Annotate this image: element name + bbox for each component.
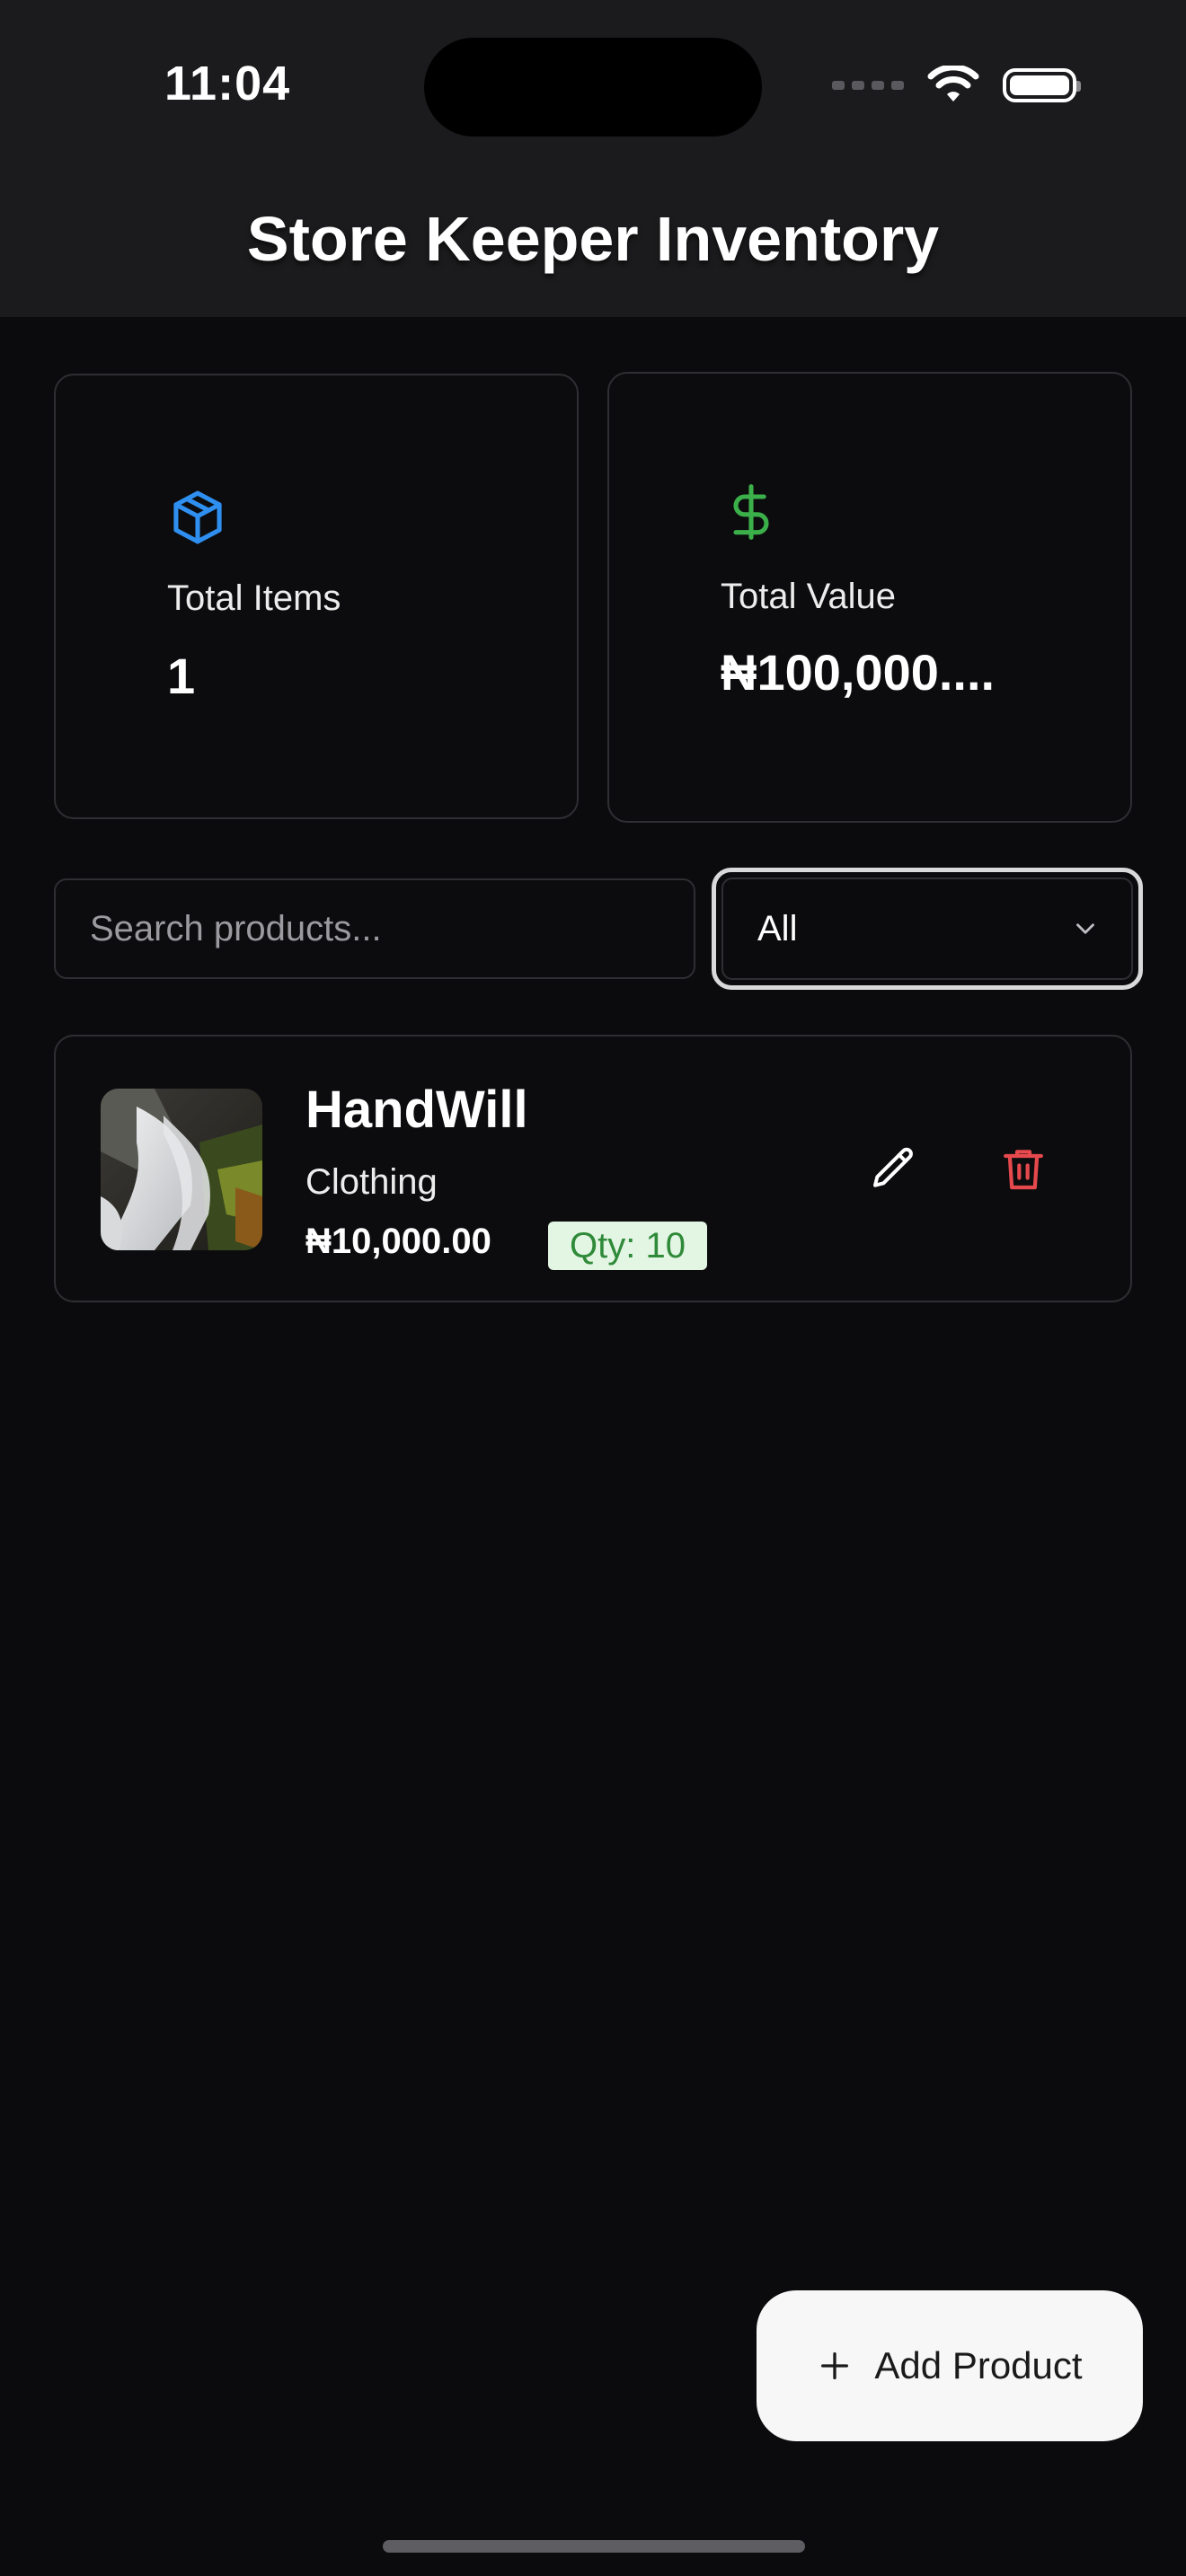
quantity-badge: Qty: 10 — [548, 1222, 707, 1270]
product-name: HandWill — [305, 1081, 528, 1139]
category-filter-select[interactable]: All — [712, 868, 1143, 990]
product-category: Clothing — [305, 1162, 438, 1202]
plus-icon — [821, 2352, 849, 2379]
category-filter-value: All — [757, 908, 798, 948]
battery-icon — [1003, 68, 1081, 102]
status-time: 11:04 — [164, 57, 291, 110]
status-icons — [832, 63, 1081, 108]
add-product-button[interactable]: Add Product — [757, 2290, 1143, 2441]
category-filter-inner[interactable]: All — [721, 878, 1133, 980]
total-value-label: Total Value — [721, 577, 896, 616]
cellular-signal-icon — [832, 81, 904, 90]
delete-product-button[interactable] — [992, 1137, 1055, 1200]
add-product-label: Add Product — [874, 2344, 1083, 2386]
wifi-icon — [927, 66, 979, 101]
product-image — [101, 1089, 262, 1250]
chevron-down-icon — [1076, 923, 1094, 934]
edit-product-button[interactable] — [863, 1137, 925, 1200]
total-items-card: Total Items 1 — [54, 374, 579, 819]
search-input[interactable] — [54, 878, 695, 979]
total-items-label: Total Items — [167, 578, 341, 618]
dynamic-island — [424, 38, 762, 137]
pencil-icon — [873, 1147, 913, 1187]
home-indicator[interactable] — [383, 2540, 805, 2553]
page-title: Store Keeper Inventory — [246, 204, 940, 274]
total-value-card: Total Value ₦100,000.... — [607, 372, 1132, 823]
app-header: 11:04 Store Keeper Inventory — [0, 0, 1186, 317]
total-items-value: 1 — [167, 648, 196, 704]
product-price: ₦10,000.00 — [305, 1222, 491, 1261]
product-card[interactable]: HandWill Clothing ₦10,000.00 Qty: 10 — [54, 1035, 1132, 1302]
dollar-icon — [733, 484, 769, 540]
total-value-value: ₦100,000.... — [721, 644, 996, 701]
package-icon — [173, 490, 222, 544]
trash-icon — [1004, 1150, 1043, 1190]
